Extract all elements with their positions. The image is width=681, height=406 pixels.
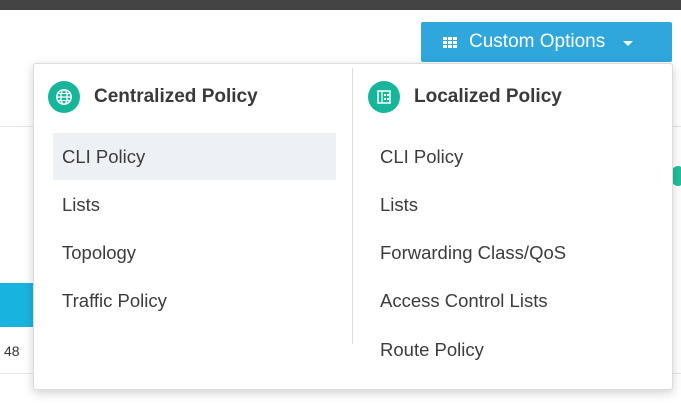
menu-item-centralized-cli-policy[interactable]: CLI Policy: [53, 133, 336, 180]
menu-item-localized-lists[interactable]: Lists: [371, 181, 654, 228]
menu-item-access-control-lists[interactable]: Access Control Lists: [371, 277, 654, 324]
caret-down-icon: [623, 40, 634, 46]
custom-options-button[interactable]: Custom Options: [421, 22, 672, 62]
custom-options-dropdown: Centralized Policy CLI Policy Lists Topo…: [33, 63, 673, 390]
building-icon: [368, 81, 400, 113]
localized-policy-title: Localized Policy: [414, 86, 562, 107]
column-divider: [352, 68, 353, 344]
menu-item-topology[interactable]: Topology: [53, 229, 336, 276]
custom-options-label: Custom Options: [469, 31, 606, 52]
menu-item-forwarding-class-qos[interactable]: Forwarding Class/QoS: [371, 229, 654, 276]
menu-item-localized-cli-policy[interactable]: CLI Policy: [371, 133, 654, 180]
menu-item-traffic-policy[interactable]: Traffic Policy: [53, 277, 336, 324]
centralized-policy-title: Centralized Policy: [94, 86, 258, 107]
status-indicator: [672, 166, 681, 186]
menu-item-centralized-lists[interactable]: Lists: [53, 181, 336, 228]
centralized-policy-header: Centralized Policy: [48, 80, 258, 114]
localized-policy-header: Localized Policy: [368, 80, 562, 114]
grid-icon: [443, 36, 457, 48]
globe-icon: [48, 81, 80, 113]
top-border: [0, 0, 681, 10]
row-value: 48: [4, 343, 20, 359]
menu-item-route-policy[interactable]: Route Policy: [371, 326, 654, 373]
